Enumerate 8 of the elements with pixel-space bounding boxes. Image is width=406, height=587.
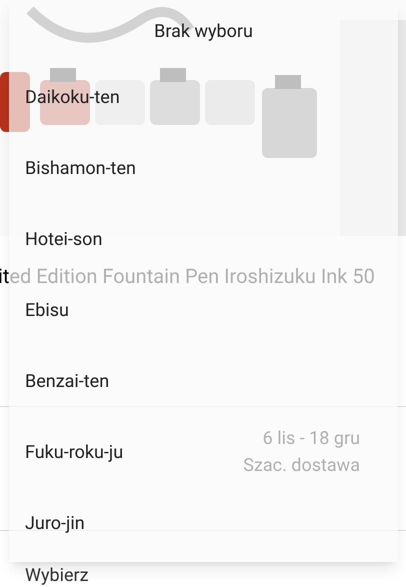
delivery-date: 6 lis - 18 gru	[262, 427, 360, 451]
dialog-title: Brak wyboru	[154, 20, 253, 44]
delivery-label: Szac. dostawa	[243, 454, 360, 478]
option-item[interactable]: Juro-jin	[9, 488, 398, 559]
option-item[interactable]: Benzai-ten	[9, 346, 398, 417]
option-item[interactable]: Bishamon-ten	[9, 133, 398, 204]
option-item[interactable]: Daikoku-ten	[9, 62, 398, 133]
select-label[interactable]: Wybierz	[25, 565, 89, 587]
